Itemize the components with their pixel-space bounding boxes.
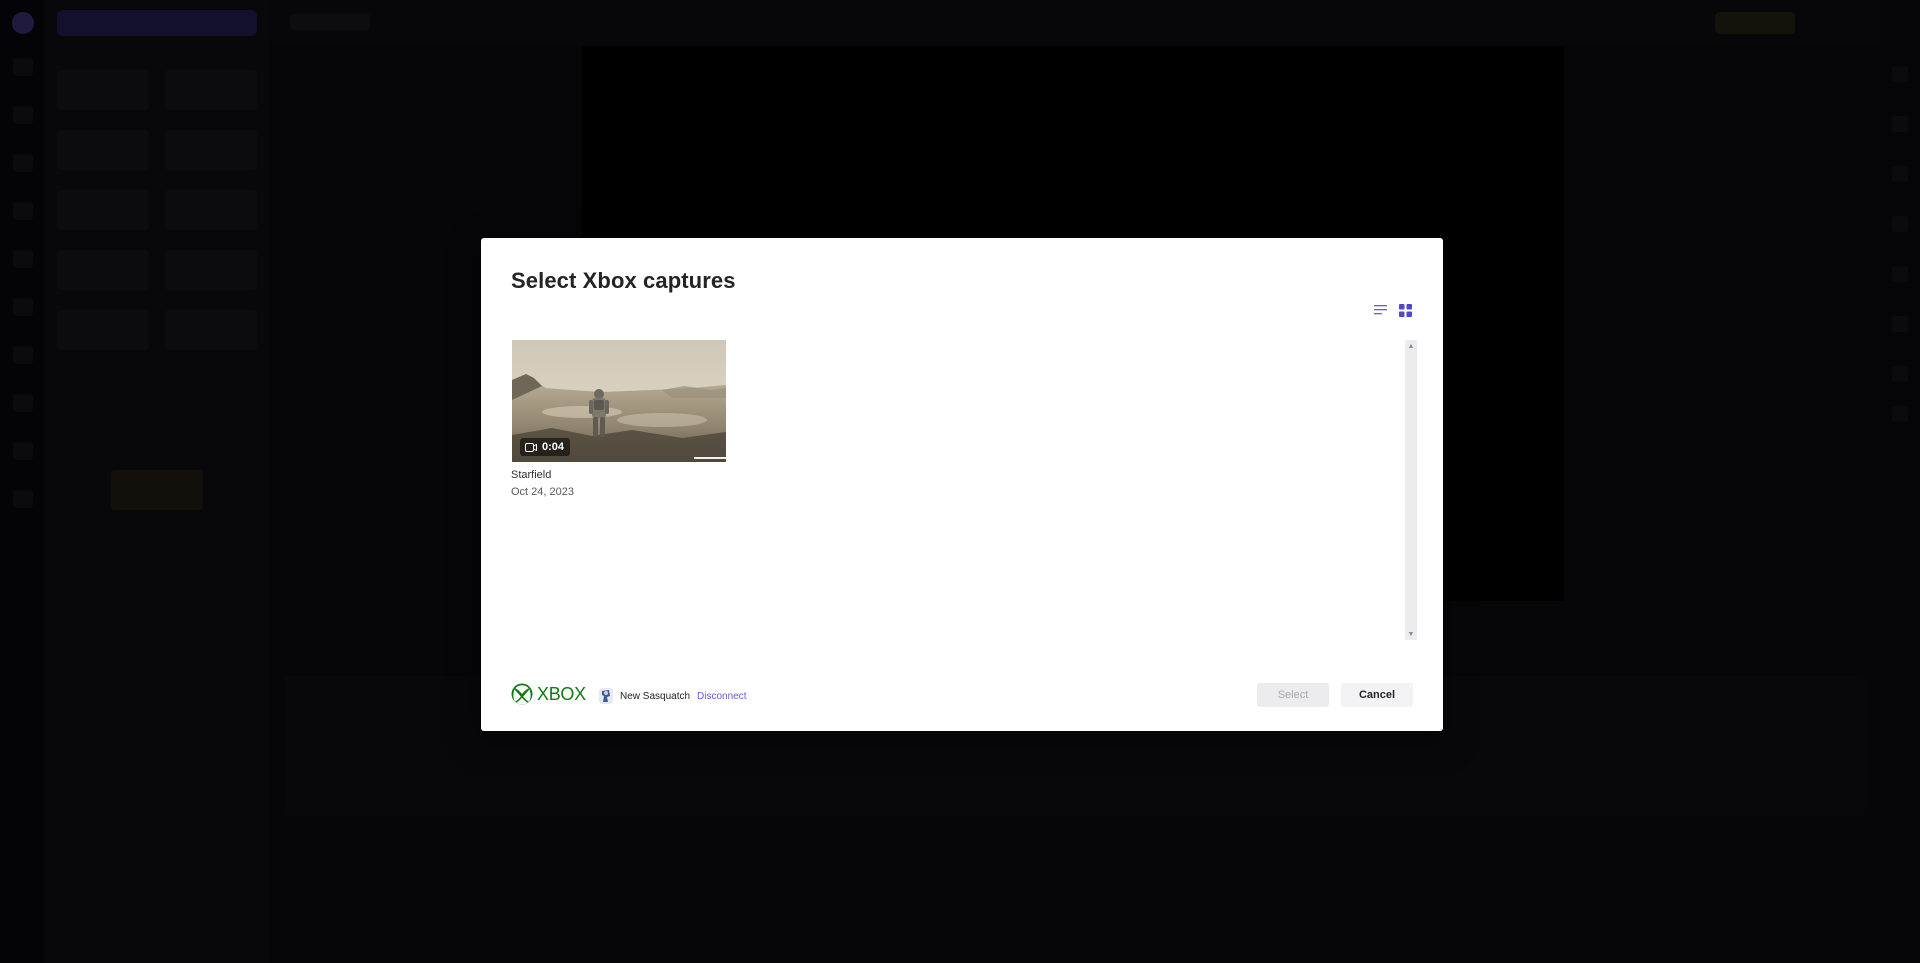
select-xbox-captures-dialog: Select Xbox captures 0:04 Starfield Oct … xyxy=(481,238,1443,731)
gallery-scrollbar[interactable]: ▲ ▼ xyxy=(1405,340,1417,640)
grid-view-icon xyxy=(1398,303,1412,317)
capture-gallery: 0:04 Starfield Oct 24, 2023 ▲ ▼ xyxy=(511,340,1417,640)
view-toggle xyxy=(1373,302,1413,318)
xbox-account: New Sasquatch Disconnect xyxy=(599,688,747,704)
grid-view-button[interactable] xyxy=(1397,302,1413,318)
dialog-footer: XBOX New Sasquatch Disconnect Select Can… xyxy=(511,683,1413,709)
capture-card[interactable]: 0:04 Starfield Oct 24, 2023 xyxy=(511,340,727,498)
avatar xyxy=(599,688,613,704)
list-view-button[interactable] xyxy=(1373,302,1389,318)
list-view-icon xyxy=(1374,305,1387,315)
select-button[interactable]: Select xyxy=(1257,683,1329,707)
scroll-up-icon[interactable]: ▲ xyxy=(1407,342,1415,350)
progress-indicator xyxy=(694,457,726,459)
disconnect-link[interactable]: Disconnect xyxy=(697,691,746,702)
video-camera-icon xyxy=(525,442,537,452)
capture-title: Starfield xyxy=(511,469,552,481)
dialog-title: Select Xbox captures xyxy=(511,268,736,293)
cancel-button[interactable]: Cancel xyxy=(1341,683,1413,707)
capture-thumbnail[interactable]: 0:04 xyxy=(512,340,726,462)
gamertag: New Sasquatch xyxy=(620,690,691,702)
scroll-down-icon[interactable]: ▼ xyxy=(1407,630,1415,638)
xbox-logo-icon xyxy=(511,683,533,705)
xbox-wordmark: XBOX xyxy=(537,683,586,704)
xbox-brand: XBOX xyxy=(511,683,586,705)
duration-text: 0:04 xyxy=(542,441,565,453)
capture-date: Oct 24, 2023 xyxy=(511,486,574,498)
duration-badge: 0:04 xyxy=(520,438,571,456)
